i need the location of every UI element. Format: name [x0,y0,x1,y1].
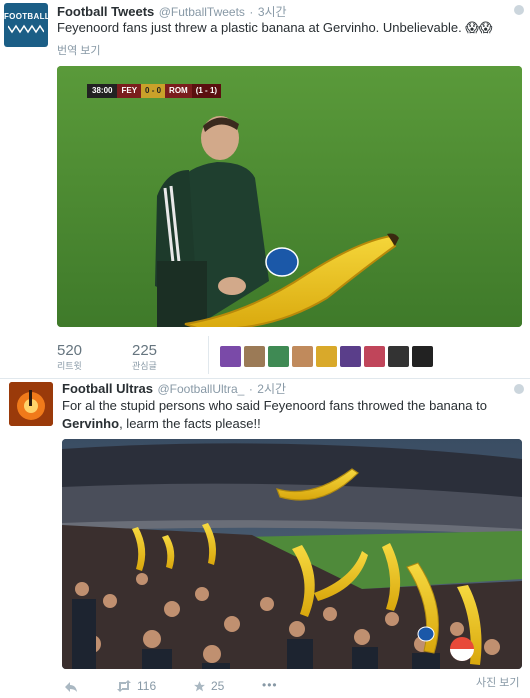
favoriter-avatar[interactable] [412,346,433,367]
favoriter-avatar[interactable] [220,346,241,367]
like-count: 25 [211,679,225,693]
tweet-photo[interactable]: 38:00 FEY 0 - 0 ROM (1 - 1) [57,66,522,327]
avatar-text: FOOTBALL [4,12,48,21]
tweet-photo[interactable] [62,439,522,669]
favoriter-avatar[interactable] [316,346,337,367]
favoriter-avatar[interactable] [364,346,385,367]
avatar[interactable]: FOOTBALL [4,3,48,47]
tweet-divider [0,378,530,379]
collapse-icon[interactable] [514,384,524,394]
home-team: FEY [117,84,142,98]
favoriter-avatar[interactable] [244,346,265,367]
pitch-photo [57,66,522,327]
tweet-header: Football Ultras @FootballUltra_ · 2시간 [62,380,286,398]
reply-button[interactable] [64,680,78,698]
score: 0 - 0 [141,84,166,98]
collapse-icon[interactable] [514,5,524,15]
retweet-icon [117,680,131,692]
author-name[interactable]: Football Tweets [57,4,154,19]
separator: · [248,382,253,396]
star-icon [194,680,205,691]
favoriter-avatar[interactable] [388,346,409,367]
stadium-photo [62,439,522,669]
reply-icon [65,682,77,692]
match-clock: 38:00 [87,84,118,98]
timestamp[interactable]: 2시간 [257,382,286,396]
translate-link[interactable]: 번역 보기 [57,42,101,58]
avatar-flare-icon [9,382,53,426]
like-count-value: 225 [132,342,158,359]
separator: · [249,5,254,19]
author-handle[interactable]: @FootballUltra_ [157,382,244,396]
retweet-count: 116 [137,679,157,693]
retweet-button[interactable]: 116 [116,679,156,693]
tweet-text-part: For al the stupid persons who said Feyen… [62,398,487,413]
scoreboard: 38:00 FEY 0 - 0 ROM (1 - 1) [87,84,222,98]
stats-divider [208,336,209,374]
away-team: ROM [165,84,192,98]
tweet-text: For al the stupid persons who said Feyen… [62,397,512,433]
more-button[interactable]: ••• [262,678,278,692]
view-photo-link[interactable]: 사진 보기 [476,674,520,690]
favoriter-avatar[interactable] [268,346,289,367]
favoriter-avatar[interactable] [340,346,361,367]
author-handle[interactable]: @FutballTweets [159,5,245,19]
aggregate-score: (1 - 1) [191,84,222,98]
avatar[interactable] [9,382,53,426]
like-button[interactable]: 25 [193,679,224,693]
retweet-count-label: 리트윗 [57,361,82,371]
tweet-text-bold: Gervinho [62,416,120,431]
tweet-text: Feyenoord fans just threw a plastic bana… [57,20,493,35]
tweet-text-part: , learm the facts please!! [119,416,261,431]
timestamp[interactable]: 3시간 [258,5,287,19]
favoriter-avatar[interactable] [292,346,313,367]
avatar-logo-pattern-icon [8,24,44,34]
like-count[interactable]: 225 관심글 [132,342,157,372]
like-count-label: 관심글 [132,361,157,371]
retweet-count[interactable]: 520 리트윗 [57,342,82,372]
favoriters-list [220,346,433,367]
retweet-count-value: 520 [57,342,83,359]
author-name[interactable]: Football Ultras [62,381,153,396]
